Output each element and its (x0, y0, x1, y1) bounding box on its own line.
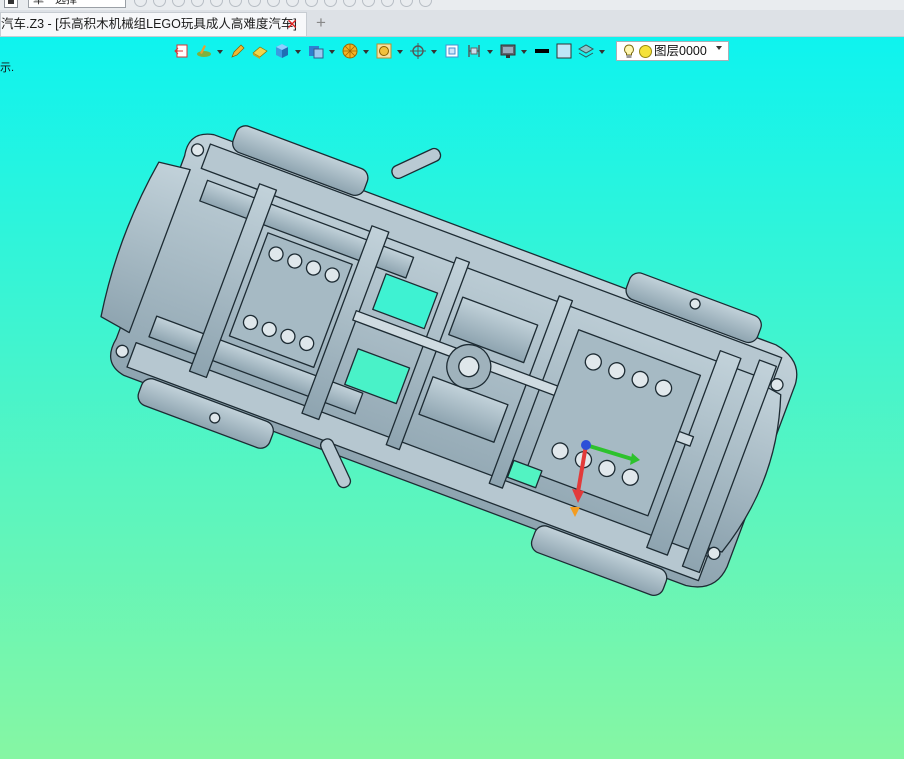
select-icon[interactable] (419, 0, 432, 7)
quick-select-icons (134, 0, 432, 8)
select-icon[interactable] (343, 0, 356, 7)
tab-title: 汽车.Z3 - [乐高积木机械组LEGO玩具成人高难度汽车] (1, 17, 297, 31)
select-icon[interactable] (267, 0, 280, 7)
select-icon[interactable] (134, 0, 147, 7)
selection-filter-dropdown[interactable]: 单一选择 (28, 0, 126, 8)
select-icon[interactable] (248, 0, 261, 7)
graphics-viewport[interactable]: 示. 图层0000 (0, 37, 904, 759)
select-icon[interactable] (172, 0, 185, 7)
pin-icon[interactable] (4, 0, 18, 8)
select-icon[interactable] (153, 0, 166, 7)
tab-active-document[interactable]: 汽车.Z3 - [乐高积木机械组LEGO玩具成人高难度汽车] ✕ (0, 12, 307, 36)
select-icon[interactable] (305, 0, 318, 7)
select-icon[interactable] (400, 0, 413, 7)
select-icon[interactable] (381, 0, 394, 7)
quick-select-strip: 单一选择 (0, 0, 904, 10)
new-tab-button[interactable]: + (316, 13, 326, 33)
document-tab-bar: 汽车.Z3 - [乐高积木机械组LEGO玩具成人高难度汽车] ✕ + (0, 10, 904, 37)
lego-car-model[interactable] (0, 37, 904, 759)
select-icon[interactable] (362, 0, 375, 7)
select-icon[interactable] (229, 0, 242, 7)
select-icon[interactable] (191, 0, 204, 7)
close-icon[interactable]: ✕ (286, 13, 298, 35)
select-icon[interactable] (210, 0, 223, 7)
select-icon[interactable] (286, 0, 299, 7)
select-icon[interactable] (324, 0, 337, 7)
